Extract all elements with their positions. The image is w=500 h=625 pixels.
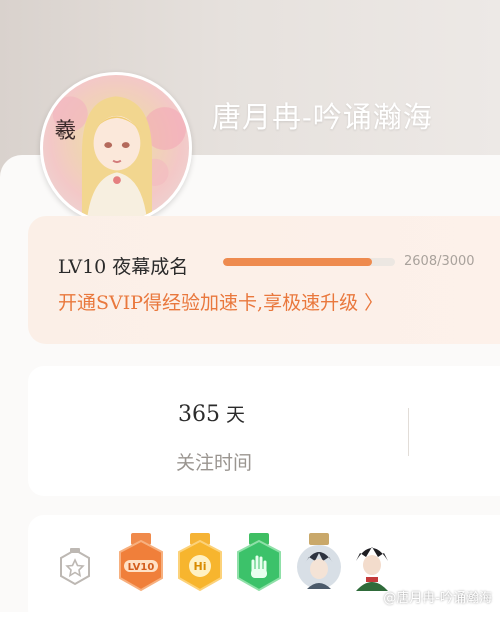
follow-days-value: 365 天 xyxy=(178,400,245,427)
svip-upgrade-link[interactable]: 开通SVIP得经验加速卡,享极速升级 〉 xyxy=(58,288,383,315)
hi-badge-label: Hi xyxy=(194,560,207,573)
username: 唐月冉-吟诵瀚海 xyxy=(212,100,433,134)
character-badge-1-icon[interactable] xyxy=(293,533,345,595)
follow-days-unit: 天 xyxy=(226,404,246,426)
anime-portrait-avatar-icon: 羲 xyxy=(52,96,187,221)
lv10-badge-label: LV10 xyxy=(128,562,155,573)
level-progress-text: 2608/3000 xyxy=(404,254,475,269)
level-name: LV10 夜幕成名 xyxy=(58,256,189,278)
svg-text:羲: 羲 xyxy=(55,118,76,143)
stats-divider xyxy=(408,408,409,456)
hand-badge-icon[interactable] xyxy=(233,533,285,595)
level-card[interactable]: LV10 夜幕成名 2608/3000 开通SVIP得经验加速卡,享极速升级 〉 xyxy=(28,216,500,344)
stats-card: 365 天 关注时间 xyxy=(28,366,500,496)
badges-card: LV10 Hi xyxy=(28,515,500,625)
empty-badge-slot-icon[interactable] xyxy=(58,548,92,586)
character-badge-2-icon[interactable] xyxy=(346,531,398,595)
weibo-watermark: @唐月冉-吟诵瀚海 xyxy=(383,591,492,606)
avatar[interactable]: 羲 xyxy=(40,72,192,224)
level-progress-bar xyxy=(223,258,395,266)
follow-days-label: 关注时间 xyxy=(176,452,253,474)
hi-badge-icon[interactable]: Hi xyxy=(174,533,226,595)
follow-days-number: 365 xyxy=(178,402,220,427)
level-progress-fill xyxy=(223,258,373,266)
lv10-badge-icon[interactable]: LV10 xyxy=(115,533,167,595)
